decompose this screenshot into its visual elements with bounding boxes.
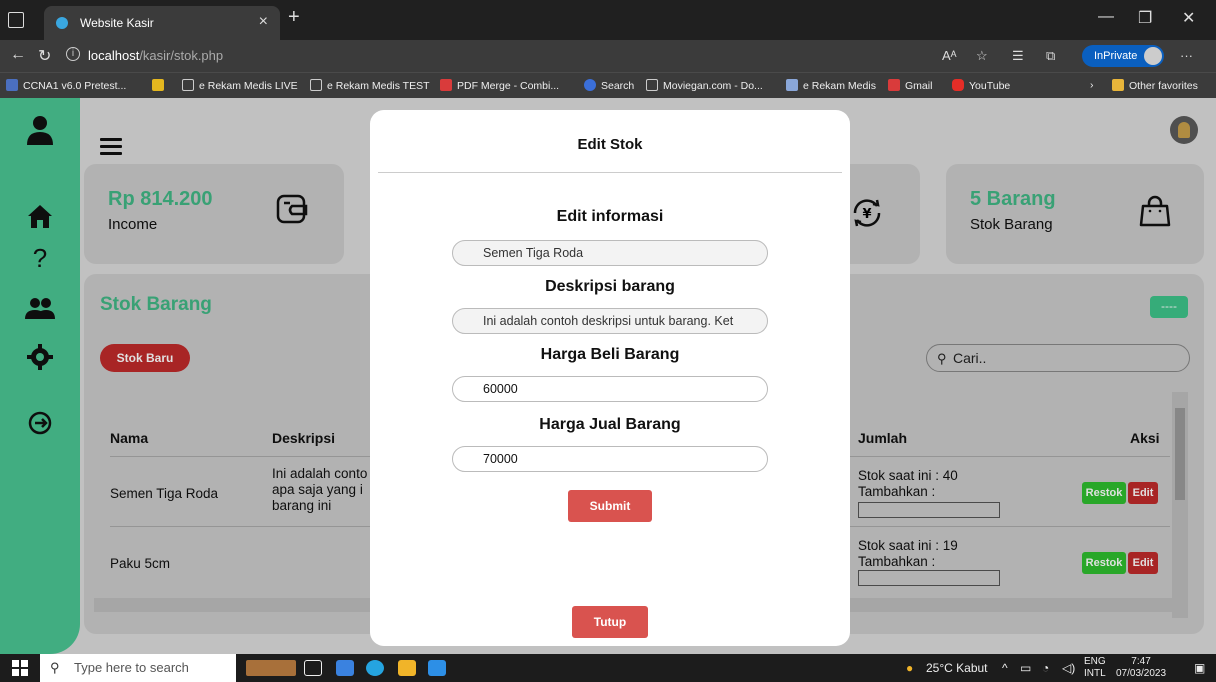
- deskripsi-barang-input[interactable]: Ini adalah contoh deskripsi untuk barang…: [452, 308, 768, 334]
- favorite-youtube[interactable]: YouTube: [952, 79, 1010, 92]
- label-deskripsi-barang: Deskripsi barang: [545, 278, 675, 295]
- weather-icon: ●: [906, 661, 914, 675]
- notifications-icon[interactable]: ▣: [1194, 661, 1205, 675]
- network-icon[interactable]: ▭: [1020, 661, 1031, 675]
- other-favorites[interactable]: Other favorites: [1112, 79, 1198, 92]
- tray-chevron-icon[interactable]: ^: [1002, 661, 1008, 675]
- read-aloud-icon[interactable]: Aᴬ: [942, 48, 957, 63]
- minimize-icon[interactable]: —: [1098, 8, 1114, 26]
- weather-text[interactable]: 25°C Kabut: [926, 661, 988, 675]
- refresh-icon[interactable]: ↻: [38, 46, 51, 66]
- folder-icon: [1112, 79, 1124, 91]
- taskbar-search-icon: ⚲: [50, 660, 60, 675]
- favorite-pdf-merge[interactable]: PDF Merge - Combi...: [440, 79, 559, 92]
- back-icon[interactable]: ←: [10, 46, 26, 64]
- rekam-icon: [786, 79, 798, 91]
- file-explorer-icon[interactable]: [398, 660, 416, 676]
- new-tab-icon[interactable]: +: [288, 6, 300, 29]
- harga-beli-input[interactable]: 60000: [452, 376, 768, 402]
- browser-tab[interactable]: Website Kasir ×: [44, 6, 280, 40]
- page-icon: [182, 79, 194, 91]
- favorite-rekam-live[interactable]: e Rekam Medis LIVE: [182, 79, 298, 92]
- favorites-bar: CCNA1 v6.0 Pretest... e Rekam Medis LIVE…: [0, 72, 1216, 98]
- taskbar-search-placeholder: Type here to search: [74, 660, 189, 675]
- task-view-icon[interactable]: [304, 660, 322, 676]
- search-fav-icon: [584, 79, 596, 91]
- ccna-icon: [6, 79, 18, 91]
- browser-titlebar: Website Kasir × + — ❐ ✕: [0, 0, 1216, 40]
- edge-icon[interactable]: [366, 660, 384, 676]
- site-info-icon[interactable]: i: [66, 47, 80, 61]
- favorite-mail[interactable]: [152, 79, 169, 92]
- modal-title: Edit Stok: [577, 136, 643, 153]
- url-field[interactable]: localhost/kasir/stok.php: [88, 48, 223, 63]
- pdf-icon: [440, 79, 452, 91]
- restore-icon[interactable]: ❐: [1138, 8, 1152, 28]
- favorites-chevron-icon[interactable]: ›: [1090, 79, 1094, 91]
- label-edit-informasi: Edit informasi: [556, 208, 664, 225]
- inprivate-badge[interactable]: InPrivate: [1082, 45, 1164, 67]
- address-bar: ← ↻ i localhost/kasir/stok.php Aᴬ ☆ ☰ ⧉ …: [0, 40, 1216, 72]
- favorite-rekam[interactable]: e Rekam Medis: [786, 79, 876, 92]
- favorite-search[interactable]: Search: [584, 79, 634, 92]
- tutup-button[interactable]: Tutup: [572, 606, 648, 638]
- edit-stok-modal: Edit Stok Edit informasi Semen Tiga Roda…: [370, 110, 850, 646]
- page-icon: [310, 79, 322, 91]
- nama-barang-input[interactable]: Semen Tiga Roda: [452, 240, 768, 266]
- favorite-moviegan[interactable]: Moviegan.com - Do...: [646, 79, 763, 92]
- youtube-icon: [952, 79, 964, 91]
- store-icon[interactable]: [336, 660, 354, 676]
- tab-actions-icon[interactable]: [8, 12, 24, 28]
- language-indicator[interactable]: ENG INTL: [1084, 656, 1106, 680]
- page-icon: [646, 79, 658, 91]
- harga-jual-input[interactable]: 70000: [452, 446, 768, 472]
- wifi-icon[interactable]: ◔: [1042, 661, 1049, 675]
- volume-icon[interactable]: ◁): [1062, 661, 1075, 675]
- more-icon[interactable]: ···: [1180, 48, 1193, 63]
- submit-button[interactable]: Submit: [568, 490, 652, 522]
- mail-icon: [152, 79, 164, 91]
- label-harga-jual: Harga Jual Barang: [539, 416, 681, 433]
- inprivate-label: InPrivate: [1094, 50, 1138, 62]
- collections-icon[interactable]: ⧉: [1046, 48, 1055, 64]
- tab-title: Website Kasir: [80, 16, 154, 30]
- url-host: localhost: [88, 48, 140, 63]
- favorites-icon[interactable]: ☰: [1012, 48, 1024, 64]
- vscode-icon[interactable]: [428, 660, 446, 676]
- taskbar-search-input[interactable]: ⚲ Type here to search: [40, 654, 236, 682]
- windows-taskbar: ⚲ Type here to search ● 25°C Kabut ^ ▭ ◔…: [0, 654, 1216, 682]
- close-window-icon[interactable]: ✕: [1182, 8, 1195, 28]
- windows-start-icon[interactable]: [12, 660, 28, 679]
- search-highlight-image[interactable]: [246, 660, 296, 676]
- tab-close-icon[interactable]: ×: [259, 13, 268, 31]
- profile-avatar: [1144, 47, 1162, 65]
- modal-divider: [378, 172, 842, 173]
- add-favorite-icon[interactable]: ☆: [976, 48, 988, 64]
- favorite-ccna[interactable]: CCNA1 v6.0 Pretest...: [6, 79, 126, 92]
- favorite-gmail[interactable]: Gmail: [888, 79, 932, 92]
- url-path: /kasir/stok.php: [139, 48, 224, 63]
- label-harga-beli: Harga Beli Barang: [540, 346, 680, 363]
- favorite-rekam-test[interactable]: e Rekam Medis TEST: [310, 79, 430, 92]
- taskbar-clock[interactable]: 7:47 07/03/2023: [1116, 656, 1166, 680]
- app-content: ? Rp 814.200 Income ¥ 5 Barang Stok Bara…: [0, 98, 1216, 654]
- tab-favicon-icon: [56, 17, 68, 29]
- gmail-icon: [888, 79, 900, 91]
